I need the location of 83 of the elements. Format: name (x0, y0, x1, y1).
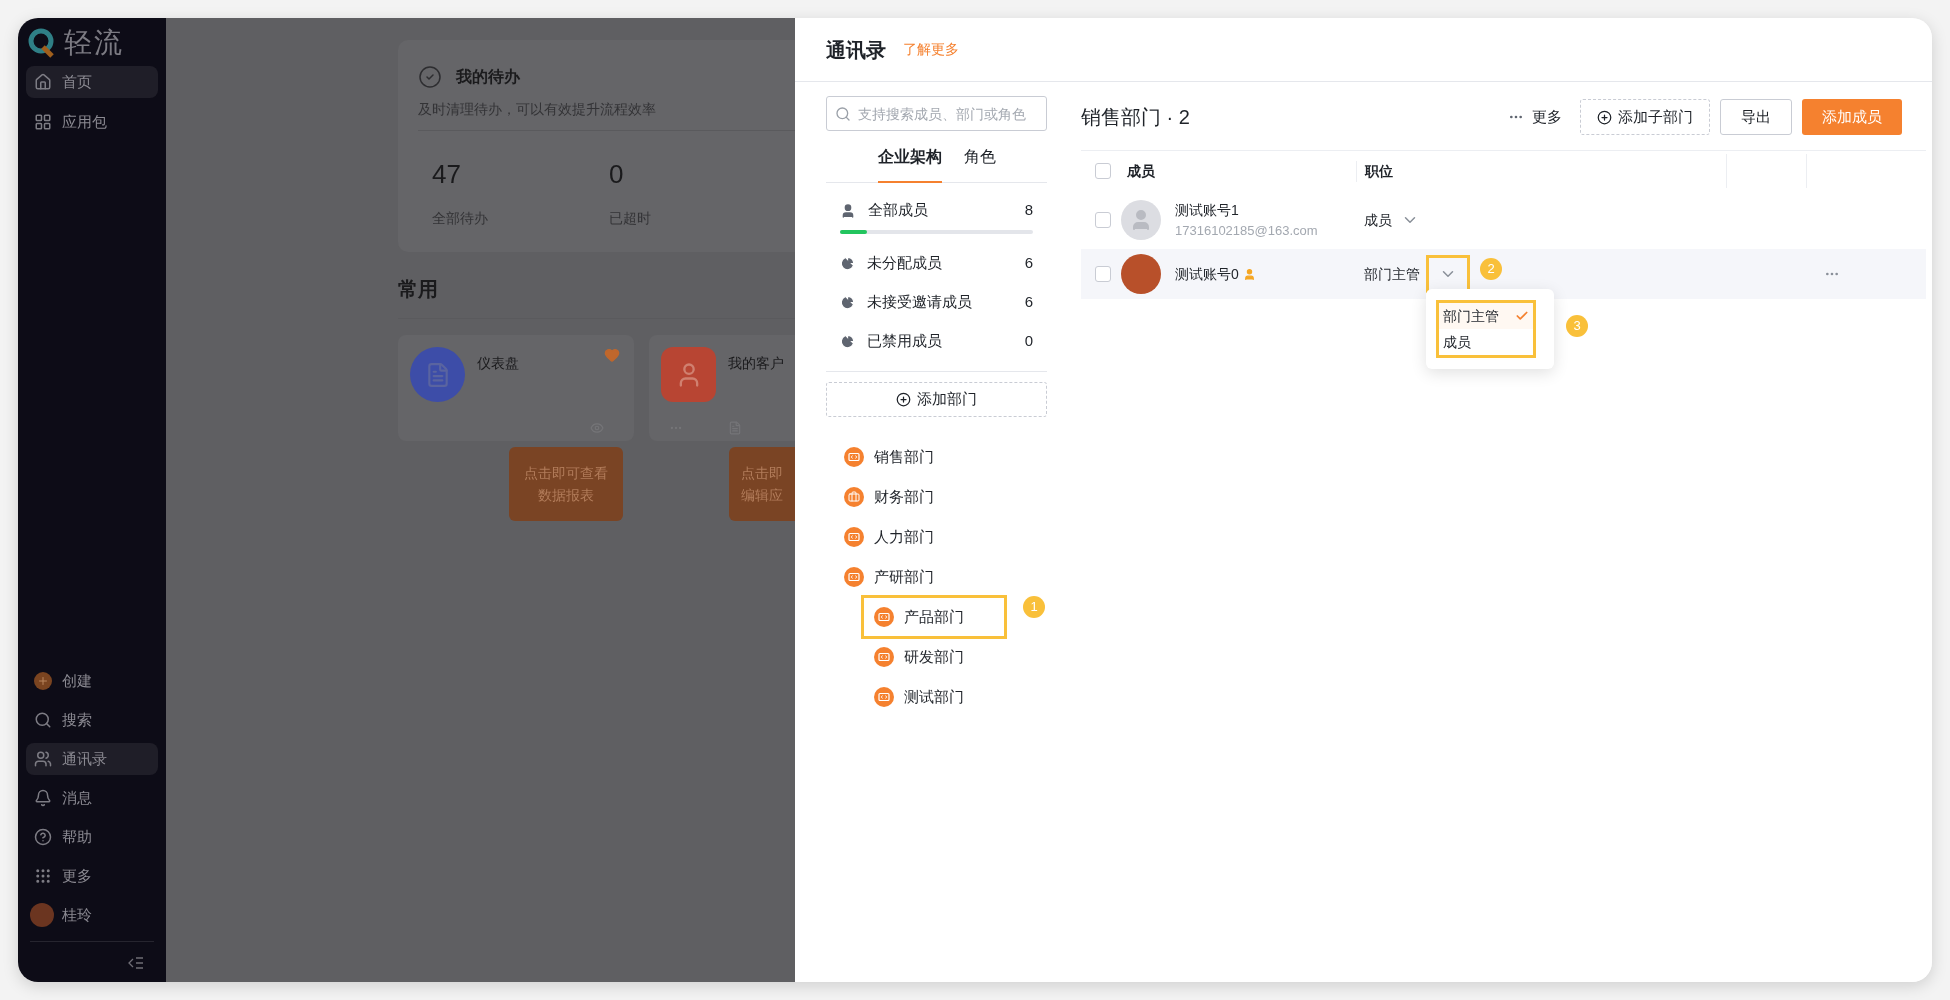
more-button[interactable]: 更多 (1508, 105, 1562, 129)
user-avatar (30, 903, 54, 927)
checkbox[interactable] (1095, 212, 1111, 228)
position-select[interactable]: 部门主管 (1364, 263, 1420, 285)
dropdown-option[interactable]: 部门主管 (1439, 303, 1533, 329)
plus-icon (34, 672, 52, 690)
todo-title: 我的待办 (456, 67, 520, 87)
checkbox[interactable] (1095, 266, 1111, 282)
member-group-item[interactable]: 未分配成员 (867, 252, 1013, 275)
app-name: 仪表盘 (477, 354, 519, 373)
pie-chart-icon (840, 334, 855, 349)
sidebar-icon (34, 867, 52, 885)
pie-chart-icon (840, 295, 855, 310)
add-department-button[interactable]: 添加部门 (826, 382, 1047, 417)
sidebar-item[interactable]: 搜索 (26, 704, 158, 736)
department-title: 销售部门 · 2 (1081, 105, 1191, 130)
sidebar-icon (34, 73, 52, 91)
annotation-badge: 3 (1566, 315, 1588, 337)
plus-circle-icon (896, 392, 911, 407)
sidebar-item[interactable]: 创建 (26, 665, 158, 697)
member-email: 17316102185@163.com (1175, 221, 1318, 240)
member-count: 6 (1024, 292, 1033, 313)
department-item[interactable]: 财务部门 (874, 485, 934, 509)
department-item[interactable]: 研发部门 (904, 645, 964, 669)
annotation-badge: 2 (1480, 258, 1502, 280)
member-name: 测试账号0 (1175, 264, 1239, 284)
heart-icon[interactable] (604, 347, 620, 363)
checkbox[interactable] (1095, 163, 1111, 179)
stat-value: 0 (609, 158, 625, 191)
toolbar-button[interactable]: 导出 (1720, 99, 1792, 135)
sidebar-icon (34, 711, 52, 729)
check-icon (418, 65, 442, 89)
department-item[interactable]: 测试部门 (904, 685, 964, 709)
department-icon (874, 647, 894, 667)
member-group-item[interactable]: 全部成员 (868, 199, 1013, 222)
search-icon (835, 106, 851, 122)
check-icon (1515, 309, 1529, 323)
annotation-badge: 1 (1023, 596, 1045, 618)
sidebar-item[interactable]: 首页 (26, 66, 158, 98)
sidebar-icon (34, 828, 52, 846)
position-select[interactable]: 成员 (1364, 209, 1392, 231)
user-avatar (1121, 200, 1161, 240)
section-title: 常用 (398, 277, 439, 302)
user-name: 桂玲 (62, 904, 92, 925)
sidebar-item[interactable]: 更多 (26, 860, 158, 892)
member-count: 8 (1024, 200, 1033, 221)
member-count: 0 (1024, 331, 1033, 352)
sidebar-item[interactable]: 消息 (26, 782, 158, 814)
stat-value: 47 (432, 158, 462, 191)
briefcase-icon (844, 487, 864, 507)
department-icon (874, 687, 894, 707)
department-icon (844, 567, 864, 587)
sidebar-icon (34, 750, 52, 768)
member-group-item[interactable]: 已禁用成员 (867, 330, 1013, 353)
search-field[interactable]: 支持搜索成员、部门或角色 (826, 96, 1047, 131)
toolbar-button[interactable]: 添加子部门 (1580, 99, 1710, 135)
sidebar-item[interactable]: 帮助 (26, 821, 158, 853)
plus-circle-icon (1597, 109, 1612, 125)
department-icon (844, 527, 864, 547)
tab[interactable]: 企业架构 (877, 145, 942, 183)
app-name: 我的客户 (728, 354, 784, 373)
sidebar-item[interactable]: 通讯录 (26, 743, 158, 775)
member-count: 6 (1024, 253, 1033, 274)
department-item[interactable]: 销售部门 (874, 445, 934, 469)
member-group-item[interactable]: 未接受邀请成员 (867, 291, 1013, 314)
department-item[interactable]: 产研部门 (874, 565, 934, 589)
collapse-icon[interactable] (128, 956, 144, 970)
user-avatar (1121, 254, 1161, 294)
sidebar-icon (34, 113, 52, 131)
department-icon (874, 607, 894, 627)
member-name: 测试账号1 (1175, 200, 1239, 220)
department-icon (844, 447, 864, 467)
person-icon (840, 202, 856, 219)
drawer-title: 通讯录 (826, 37, 886, 63)
sidebar-item[interactable]: 应用包 (26, 106, 158, 138)
sidebar-icon (34, 789, 52, 807)
column-header: 职位 (1356, 160, 1726, 182)
column-header: 成员 (1126, 161, 1156, 181)
department-item[interactable]: 人力部门 (874, 525, 934, 549)
logo-icon (28, 28, 56, 58)
tab[interactable]: 角色 (963, 145, 996, 183)
pie-chart-icon (840, 256, 855, 271)
logo-text: 轻流 (64, 26, 124, 60)
